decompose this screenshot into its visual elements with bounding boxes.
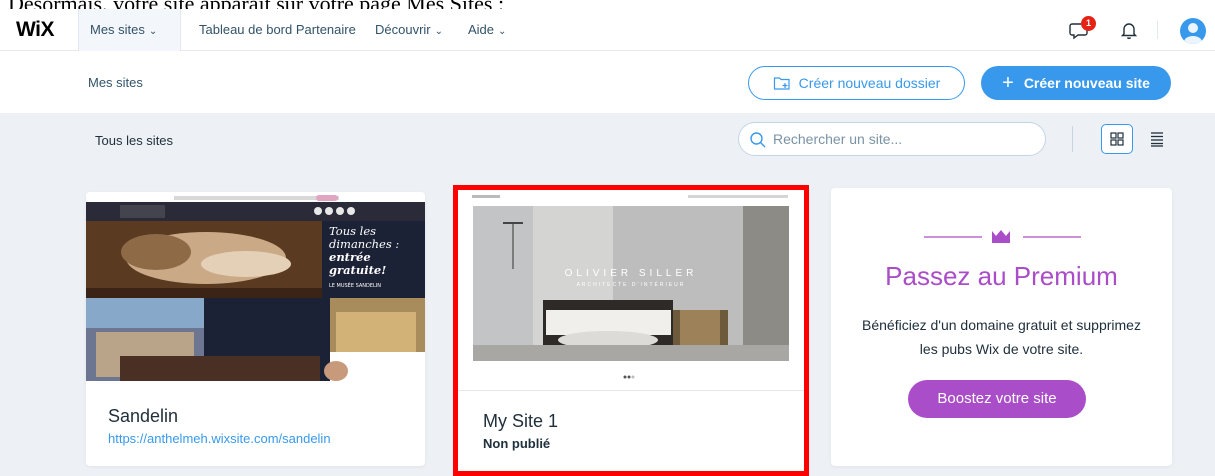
divider	[180, 9, 181, 51]
crown-icon	[992, 230, 1010, 243]
boost-site-button[interactable]: Boostez votre site	[908, 380, 1086, 418]
create-folder-button[interactable]: Créer nouveau dossier	[748, 66, 965, 100]
crown-divider	[831, 224, 1172, 244]
create-site-label: Créer nouveau site	[1023, 75, 1150, 91]
premium-description: Bénéficiez d'un domaine gratuit et suppr…	[862, 317, 1141, 357]
notification-badge: 1	[1081, 16, 1096, 31]
site-search-input[interactable]: Rechercher un site...	[738, 122, 1046, 156]
site-thumbnail[interactable]: OLIVIER SILLER ARCHITECTE D'INTÉRIEUR	[458, 190, 804, 390]
folder-plus-icon	[773, 77, 790, 90]
sites-content: Tous les sites Rechercher un site... Tou…	[0, 113, 1215, 476]
list-view-button[interactable]	[1142, 124, 1172, 154]
nav-help[interactable]: Aide ⌄	[468, 22, 506, 37]
page-header: Mes sites Créer nouveau dossier + Créer …	[0, 52, 1215, 113]
user-avatar[interactable]	[1180, 18, 1206, 44]
page-caption: Désormais, votre site apparaît sur votre…	[8, 0, 1008, 9]
grid-view-button[interactable]	[1101, 124, 1133, 154]
nav-discover[interactable]: Découvrir ⌄	[375, 22, 443, 37]
folder-filter-label[interactable]: Tous les sites	[95, 133, 173, 148]
nav-my-sites-label: Mes sites	[90, 22, 145, 37]
page-title: Mes sites	[88, 75, 143, 90]
divider	[1072, 126, 1073, 152]
nav-my-sites[interactable]: Mes sites ⌄	[90, 22, 157, 37]
site-name[interactable]: My Site 1	[483, 411, 558, 432]
site-card-my-site-1[interactable]: OLIVIER SILLER ARCHITECTE D'INTÉRIEUR My…	[453, 185, 809, 476]
search-icon	[750, 132, 766, 148]
create-site-button[interactable]: + Créer nouveau site	[981, 66, 1171, 100]
nav-partner-dashboard[interactable]: Tableau de bord Partenaire	[199, 22, 356, 37]
premium-title: Passez au Premium	[885, 261, 1118, 291]
site-card-sandelin[interactable]: Tous les dimanches : entrée gratuite! LE…	[86, 192, 425, 466]
plus-icon: +	[1002, 72, 1014, 94]
divider	[458, 390, 804, 391]
site-status: Non publié	[483, 436, 551, 451]
chevron-down-icon: ⌄	[434, 26, 444, 37]
top-navigation-bar: WiX Mes sites ⌄ Tableau de bord Partenair…	[0, 9, 1215, 51]
nav-partner-dashboard-label: Tableau de bord Partenaire	[199, 22, 356, 37]
site-thumbnail[interactable]: Tous les dimanches : entrée gratuite! LE…	[86, 192, 425, 381]
grid-icon	[1110, 132, 1124, 146]
headline-line: gratuite!	[329, 263, 387, 277]
thumbnail-headline: Tous les dimanches : entrée gratuite! LE…	[329, 225, 421, 293]
bell-icon[interactable]	[1117, 18, 1141, 42]
wix-logo[interactable]: WiX	[16, 18, 54, 42]
nav-discover-label: Découvrir	[375, 22, 431, 37]
list-icon	[1151, 132, 1163, 147]
chevron-down-icon: ⌄	[498, 26, 507, 37]
site-name[interactable]: Sandelin	[108, 406, 178, 427]
chevron-down-icon: ⌄	[148, 26, 158, 37]
divider	[1157, 21, 1158, 39]
nav-help-label: Aide	[468, 22, 495, 37]
thumbnail-tagline: ARCHITECTE D'INTÉRIEUR	[576, 282, 686, 288]
thumbnail-brand: OLIVIER SILLER	[564, 268, 698, 279]
search-placeholder: Rechercher un site...	[773, 131, 903, 147]
headline-sub: LE MUSÉE SANDELIN	[329, 283, 382, 289]
premium-upsell-card: Passez au Premium Bénéficiez d'un domain…	[831, 188, 1172, 466]
create-folder-label: Créer nouveau dossier	[798, 75, 941, 91]
site-url[interactable]: https://anthelmeh.wixsite.com/sandelin	[108, 431, 338, 446]
